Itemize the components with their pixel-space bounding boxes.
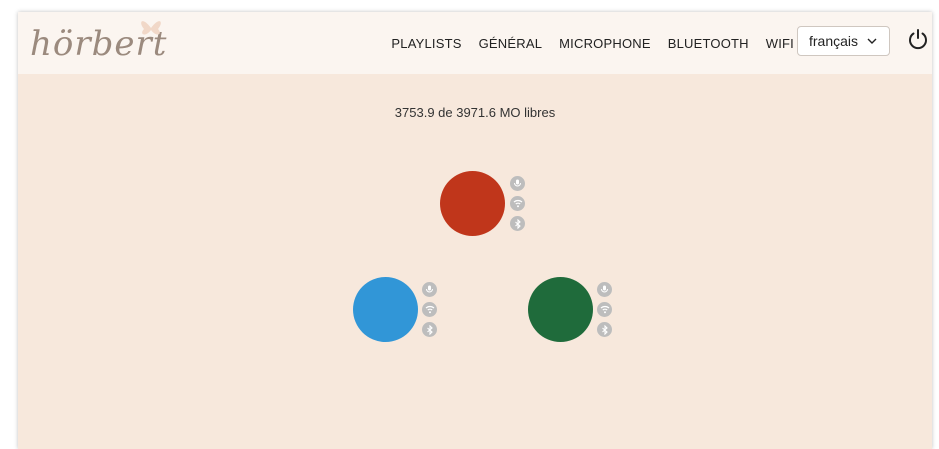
wifi-icon [510, 196, 525, 211]
chevron-down-icon [867, 38, 877, 44]
device-node-red [440, 171, 530, 241]
device-green-button[interactable] [528, 277, 593, 342]
device-red-status-icons [510, 176, 526, 236]
microphone-icon [597, 282, 612, 297]
butterfly-icon [141, 21, 161, 35]
wifi-icon [597, 302, 612, 317]
bluetooth-icon [597, 322, 612, 337]
device-node-blue [353, 277, 443, 347]
main-nav: PLAYLISTS GÉNÉRAL MICROPHONE BLUETOOTH W… [374, 12, 794, 74]
logo[interactable]: hörbert [30, 20, 170, 66]
microphone-icon [422, 282, 437, 297]
microphone-icon [510, 176, 525, 191]
nav-microphone[interactable]: MICROPHONE [559, 36, 651, 51]
bluetooth-icon [510, 216, 525, 231]
power-icon[interactable] [907, 28, 929, 50]
device-blue-button[interactable] [353, 277, 418, 342]
nav-wifi[interactable]: WIFI [766, 36, 794, 51]
bluetooth-icon [422, 322, 437, 337]
app-window: hörbert PLAYLISTS GÉNÉRAL MICROPHONE BLU… [18, 12, 932, 449]
wifi-icon [422, 302, 437, 317]
device-red-button[interactable] [440, 171, 505, 236]
language-select[interactable]: français [797, 26, 890, 56]
device-node-green [528, 277, 618, 347]
nav-playlists[interactable]: PLAYLISTS [391, 36, 461, 51]
header: hörbert PLAYLISTS GÉNÉRAL MICROPHONE BLU… [18, 12, 932, 74]
device-blue-status-icons [422, 282, 438, 342]
nav-general[interactable]: GÉNÉRAL [479, 36, 543, 51]
storage-info: 3753.9 de 3971.6 MO libres [394, 105, 556, 120]
device-green-status-icons [597, 282, 613, 342]
language-select-value: français [809, 33, 859, 49]
nav-bluetooth[interactable]: BLUETOOTH [668, 36, 749, 51]
